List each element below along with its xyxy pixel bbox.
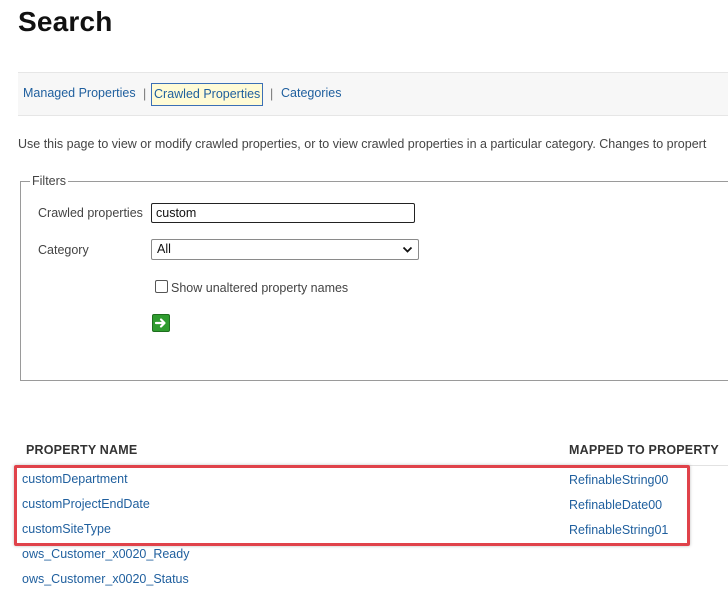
- property-name-link[interactable]: ows_Customer_x0020_Status: [22, 572, 189, 586]
- nav-managed-properties[interactable]: Managed Properties: [21, 83, 138, 106]
- page-description: Use this page to view or modify crawled …: [18, 137, 707, 151]
- show-unaltered-checkbox[interactable]: [155, 280, 168, 293]
- crawled-properties-input[interactable]: [151, 203, 415, 223]
- category-selected-value: All: [157, 242, 171, 256]
- nav-separator: |: [270, 87, 274, 101]
- nav-crawled-properties[interactable]: Crawled Properties: [151, 83, 264, 106]
- crawled-properties-label: Crawled properties: [38, 206, 143, 220]
- page-title: Search: [18, 6, 113, 37]
- nav-separator: |: [143, 87, 147, 101]
- nav-categories[interactable]: Categories: [279, 83, 343, 106]
- green-arrow-right-icon: [154, 318, 166, 328]
- category-label: Category: [38, 243, 89, 257]
- filters-legend: Filters: [30, 174, 69, 188]
- property-name-header: PROPERTY NAME: [26, 443, 138, 457]
- highlight-annotation-box: [14, 465, 690, 546]
- mapped-to-property-header: MAPPED TO PROPERTY: [569, 443, 719, 457]
- show-unaltered-label: Show unaltered property names: [171, 281, 349, 295]
- chevron-down-icon: [402, 246, 413, 253]
- go-button[interactable]: [152, 314, 170, 332]
- property-name-link[interactable]: ows_Customer_x0020_Ready: [22, 547, 189, 561]
- properties-nav-bar: Managed Properties | Crawled Properties …: [18, 72, 728, 116]
- category-select[interactable]: All: [151, 239, 419, 260]
